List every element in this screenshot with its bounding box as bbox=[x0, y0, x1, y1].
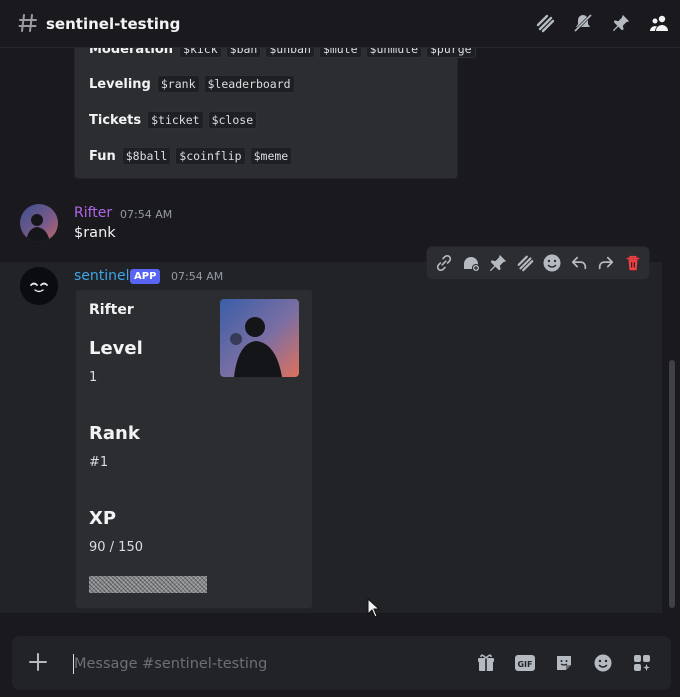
command-code: $unmute bbox=[365, 48, 422, 58]
forward-icon[interactable] bbox=[595, 252, 617, 274]
sticker-icon[interactable] bbox=[553, 652, 575, 674]
delete-icon[interactable] bbox=[622, 252, 644, 274]
command-code: $8ball bbox=[121, 147, 172, 165]
channel-title: sentinel-testing bbox=[46, 15, 181, 33]
command-code: $unban bbox=[265, 48, 315, 58]
pin-icon[interactable] bbox=[610, 12, 632, 34]
add-attachment-icon[interactable] bbox=[27, 651, 49, 673]
command-code: $purge bbox=[426, 48, 476, 58]
mute-icon[interactable] bbox=[572, 12, 594, 34]
xp-label: XP bbox=[89, 508, 117, 529]
avatar-sentinel[interactable] bbox=[20, 267, 58, 305]
help-embed: Moderation $kick $ban $unban $mute $unmu… bbox=[74, 48, 476, 179]
message-list: Moderation $kick $ban $unban $mute $unmu… bbox=[0, 48, 680, 613]
reply-icon[interactable] bbox=[568, 252, 590, 274]
message-author[interactable]: Rifter bbox=[74, 205, 112, 221]
xp-progress-bar bbox=[89, 576, 207, 593]
apps-icon[interactable] bbox=[631, 652, 653, 674]
members-icon[interactable] bbox=[648, 12, 670, 34]
xp-value: 90 / 150 bbox=[89, 540, 143, 555]
help-category: Leveling bbox=[89, 76, 151, 92]
command-code: $leaderboard bbox=[203, 75, 295, 93]
command-code: $ban bbox=[225, 48, 262, 58]
rank-label: Rank bbox=[89, 423, 140, 444]
help-row-fun: Fun $8ball $coinflip $meme bbox=[89, 147, 293, 165]
level-value: 1 bbox=[89, 370, 98, 385]
command-code: $rank bbox=[156, 75, 200, 93]
emoji-icon[interactable] bbox=[592, 652, 614, 674]
embed-author: Rifter bbox=[89, 302, 134, 318]
avatar-rifter[interactable] bbox=[20, 204, 58, 242]
embed-thumbnail[interactable] bbox=[220, 299, 299, 377]
command-code: $meme bbox=[249, 147, 293, 165]
help-category: Fun bbox=[89, 148, 116, 164]
message-author[interactable]: sentinel bbox=[74, 268, 130, 284]
message-input[interactable] bbox=[74, 652, 454, 676]
help-category: Tickets bbox=[89, 112, 142, 128]
command-code: $close bbox=[207, 111, 258, 129]
scrollbar-thumb[interactable] bbox=[669, 360, 675, 608]
message-timestamp: 07:54 AM bbox=[171, 270, 224, 283]
gift-icon[interactable] bbox=[475, 652, 497, 674]
threads-icon[interactable] bbox=[534, 12, 556, 34]
app-badge: APP bbox=[130, 269, 161, 284]
message-timestamp: 07:54 AM bbox=[120, 208, 173, 221]
help-row-tickets: Tickets $ticket $close bbox=[89, 111, 258, 129]
help-row-moderation: Moderation $kick $ban $unban $mute $unmu… bbox=[89, 48, 476, 58]
command-code: $ticket bbox=[147, 111, 204, 129]
channel-header: sentinel-testing bbox=[0, 0, 680, 48]
rank-embed: Rifter Level 1 Rank #1 XP 90 / 150 bbox=[75, 289, 313, 609]
help-row-leveling: Leveling $rank $leaderboard bbox=[89, 75, 295, 93]
channel-hash-icon bbox=[18, 14, 37, 32]
add-app-icon[interactable] bbox=[460, 252, 482, 274]
message-composer: GIF bbox=[12, 636, 671, 690]
gif-icon[interactable]: GIF bbox=[514, 652, 536, 674]
rank-value: #1 bbox=[89, 455, 109, 470]
command-code: $kick bbox=[179, 48, 222, 58]
svg-text:GIF: GIF bbox=[517, 660, 532, 669]
copy-link-icon[interactable] bbox=[433, 252, 455, 274]
help-category: Moderation bbox=[89, 48, 174, 57]
message-actions-toolbar bbox=[426, 246, 650, 280]
message-content: $rank bbox=[74, 225, 116, 241]
command-code: $mute bbox=[318, 48, 362, 58]
mouse-cursor-icon bbox=[367, 598, 381, 618]
thread-icon[interactable] bbox=[514, 252, 536, 274]
level-label: Level bbox=[89, 338, 143, 359]
add-reaction-icon[interactable] bbox=[541, 252, 563, 274]
command-code: $coinflip bbox=[175, 147, 246, 165]
pin-icon[interactable] bbox=[487, 252, 509, 274]
